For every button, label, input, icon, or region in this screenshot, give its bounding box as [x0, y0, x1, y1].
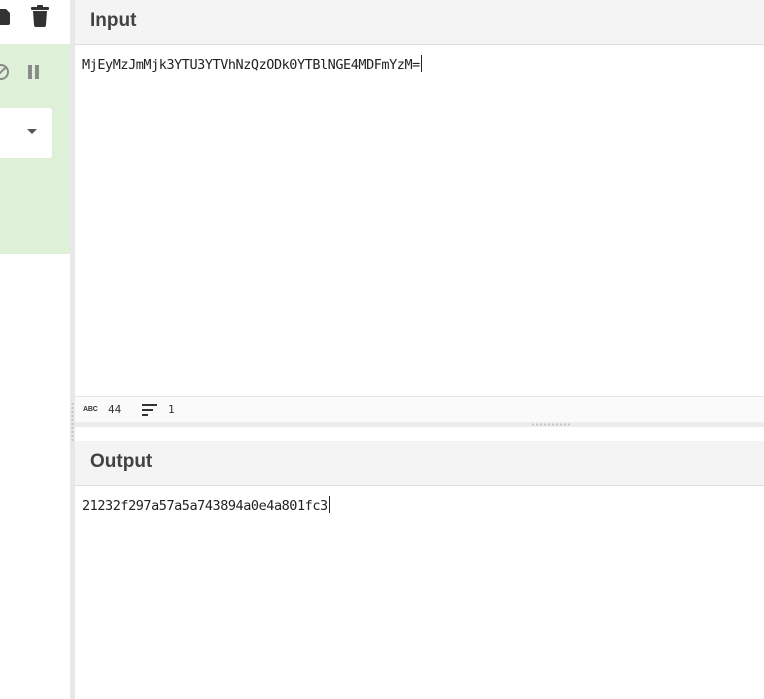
- output-title: Output: [90, 451, 153, 472]
- recipe-operation[interactable]: [0, 44, 70, 254]
- disable-icon[interactable]: [0, 63, 10, 81]
- pause-icon[interactable]: [27, 65, 41, 79]
- trash-icon[interactable]: [30, 5, 50, 27]
- abc-icon: ABC: [83, 406, 98, 413]
- io-splitter[interactable]: [75, 422, 764, 427]
- operation-select[interactable]: [0, 108, 52, 158]
- splitter-grip[interactable]: [531, 423, 571, 426]
- output-text: 21232f297a57a5a743894a0e4a801fc3: [82, 498, 328, 514]
- gutter-grip[interactable]: [71, 402, 74, 442]
- input-status-bar: ABC 44 1: [75, 396, 764, 423]
- recipe-header: [0, 0, 70, 44]
- text-caret: [420, 55, 422, 72]
- input-header: Input: [75, 0, 764, 45]
- output-header: Output: [75, 441, 764, 486]
- recipe-pane: [0, 0, 70, 699]
- input-length: 44: [108, 403, 122, 416]
- pane-gutter[interactable]: [70, 0, 75, 699]
- lines-icon: [142, 404, 157, 416]
- save-icon[interactable]: [0, 9, 10, 25]
- input-textarea[interactable]: MjEyMzJmMjk3YTU3YTVhNzQzODk0YTBlNGE4MDFm…: [82, 55, 752, 73]
- output-textarea[interactable]: 21232f297a57a5a743894a0e4a801fc3: [82, 496, 752, 514]
- input-title: Input: [90, 10, 137, 31]
- output-caret: [328, 496, 330, 513]
- input-text: MjEyMzJmMjk3YTU3YTVhNzQzODk0YTBlNGE4MDFm…: [82, 57, 420, 73]
- caret-down-icon[interactable]: [27, 129, 37, 134]
- input-line-count: 1: [168, 403, 175, 416]
